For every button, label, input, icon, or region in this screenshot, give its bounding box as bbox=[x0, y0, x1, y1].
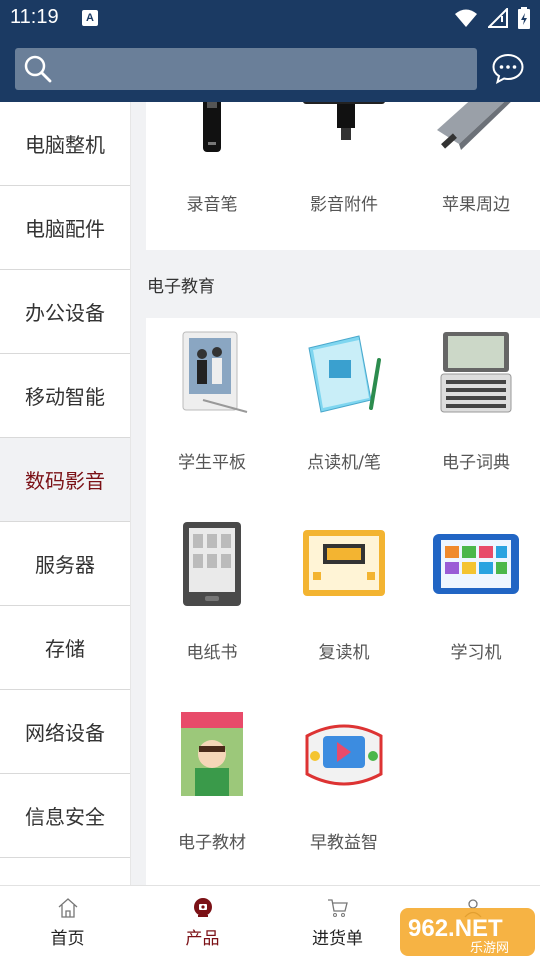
sidebar-item-mobile[interactable]: 移动智能 bbox=[0, 354, 130, 438]
camera-light-icon bbox=[303, 102, 385, 140]
tab-label: 产品 bbox=[185, 929, 220, 949]
search-box[interactable] bbox=[15, 48, 477, 90]
section-title: 电子教育 bbox=[147, 277, 215, 297]
sidebar-item-storage[interactable]: 存储 bbox=[0, 606, 130, 690]
e-textbook-icon bbox=[181, 712, 243, 796]
category-label: 苹果周边 bbox=[442, 195, 510, 215]
home-icon bbox=[58, 898, 77, 918]
status-icons bbox=[454, 6, 530, 30]
category-item[interactable]: 电子教材 bbox=[146, 710, 278, 853]
tab-products[interactable]: 产品 bbox=[135, 886, 270, 960]
product-content: 录音笔 影音附件 苹果周边 电子教育 学生平板 点读机/笔 电子词典 电纸书 复… bbox=[131, 102, 540, 885]
search-input[interactable] bbox=[61, 54, 461, 84]
category-item[interactable]: 电子词典 bbox=[410, 330, 540, 473]
cart-icon bbox=[327, 899, 348, 917]
top-category-card: 录音笔 影音附件 苹果周边 bbox=[146, 102, 540, 250]
category-label: 录音笔 bbox=[186, 195, 238, 215]
category-label: 影音附件 bbox=[310, 195, 378, 215]
category-label: 早教益智 bbox=[310, 833, 378, 853]
reading-pen-icon bbox=[308, 335, 381, 413]
category-item[interactable]: 苹果周边 bbox=[410, 102, 540, 215]
sidebar-item-security[interactable]: 信息安全 bbox=[0, 774, 130, 858]
battery-icon bbox=[518, 7, 530, 29]
svg-text:962.NET: 962.NET bbox=[408, 915, 503, 942]
category-item[interactable]: 点读机/笔 bbox=[278, 330, 410, 473]
category-label: 电纸书 bbox=[186, 643, 238, 663]
category-item[interactable]: 学习机 bbox=[410, 520, 540, 663]
status-bar: 11:19 A bbox=[0, 0, 540, 36]
status-time: 11:19 bbox=[10, 6, 59, 28]
notification-icon: A bbox=[82, 10, 98, 26]
search-header bbox=[0, 36, 540, 102]
category-item[interactable]: 复读机 bbox=[278, 520, 410, 663]
tab-label: 进货单 bbox=[312, 929, 363, 949]
category-item[interactable]: 电纸书 bbox=[146, 520, 278, 663]
early-learning-icon bbox=[305, 724, 383, 786]
e-reader-icon bbox=[183, 522, 241, 606]
watermark-logo: 962.NET 乐游网 bbox=[400, 908, 535, 956]
category-label: 电子教材 bbox=[178, 833, 246, 853]
repeater-icon bbox=[303, 530, 385, 596]
category-label: 电子词典 bbox=[442, 453, 510, 473]
wifi-icon bbox=[455, 9, 477, 27]
sidebar-item-servers[interactable]: 服务器 bbox=[0, 522, 130, 606]
category-item[interactable]: 录音笔 bbox=[146, 102, 278, 215]
svg-text:乐游网: 乐游网 bbox=[470, 941, 509, 956]
tab-label: 首页 bbox=[50, 929, 85, 949]
signal-icon bbox=[488, 8, 508, 28]
sidebar-item-computers[interactable]: 电脑整机 bbox=[0, 102, 130, 186]
product-icon bbox=[193, 898, 212, 917]
e-dictionary-icon bbox=[440, 332, 512, 413]
section-card: 学生平板 点读机/笔 电子词典 电纸书 复读机 学习机 电子教材 早教益智 bbox=[146, 318, 540, 885]
category-label: 学生平板 bbox=[178, 453, 246, 473]
sidebar-item-digital-av[interactable]: 数码影音 bbox=[0, 438, 130, 522]
search-icon[interactable] bbox=[23, 54, 53, 84]
sidebar-item-pc-parts[interactable]: 电脑配件 bbox=[0, 186, 130, 270]
usb-hub-icon bbox=[437, 102, 511, 150]
category-item[interactable]: 学生平板 bbox=[146, 330, 278, 473]
sidebar-item-office[interactable]: 办公设备 bbox=[0, 270, 130, 354]
tab-cart[interactable]: 进货单 bbox=[270, 886, 405, 960]
category-label: 复读机 bbox=[318, 643, 370, 663]
learning-machine-icon bbox=[433, 534, 519, 594]
category-label: 学习机 bbox=[450, 643, 502, 663]
category-label: 点读机/笔 bbox=[307, 453, 381, 473]
student-tablet-icon bbox=[182, 331, 248, 413]
tab-home[interactable]: 首页 bbox=[0, 886, 135, 960]
category-sidebar: 电脑整机 电脑配件 办公设备 移动智能 数码影音 服务器 存储 网络设备 信息安… bbox=[0, 102, 131, 885]
message-icon[interactable] bbox=[491, 52, 525, 86]
voice-recorder-icon bbox=[203, 102, 221, 152]
sidebar-item-network[interactable]: 网络设备 bbox=[0, 690, 130, 774]
category-item[interactable]: 早教益智 bbox=[278, 710, 410, 853]
category-item[interactable]: 影音附件 bbox=[278, 102, 410, 215]
